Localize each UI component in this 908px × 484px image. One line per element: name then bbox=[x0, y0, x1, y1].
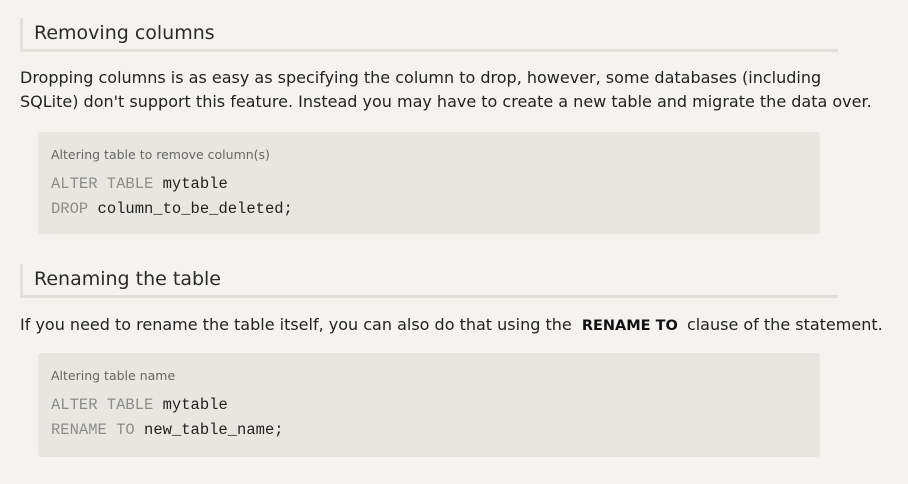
code-line: ALTER TABLE mytable bbox=[51, 393, 807, 418]
section-heading-renaming-table: Renaming the table bbox=[20, 264, 838, 298]
sql-identifier: mytable bbox=[153, 175, 228, 193]
paragraph-removing-columns: Dropping columns is as easy as specifyin… bbox=[20, 68, 872, 111]
sql-keyword: DROP bbox=[51, 200, 89, 218]
section-heading-removing-columns: Removing columns bbox=[20, 18, 838, 52]
sql-identifier: new_table_name; bbox=[134, 421, 284, 439]
paragraph-text: clause of the statement. bbox=[686, 315, 883, 334]
sql-keyword: ALTER TABLE bbox=[51, 175, 154, 193]
code-example-rename-table: Altering table name ALTER TABLE mytable … bbox=[38, 353, 820, 457]
code-example-remove-column: Altering table to remove column(s) ALTER… bbox=[38, 132, 820, 234]
sql-identifier: column_to_be_deleted; bbox=[88, 200, 293, 218]
code-line: ALTER TABLE mytable bbox=[51, 172, 807, 197]
code-caption: Altering table name bbox=[51, 368, 176, 383]
paragraph-text: If you need to rename the table itself, … bbox=[20, 315, 572, 334]
code-line: RENAME TO new_table_name; bbox=[51, 418, 807, 443]
code-caption: Altering table to remove column(s) bbox=[51, 147, 270, 162]
paragraph-renaming-table: If you need to rename the table itself, … bbox=[20, 313, 883, 338]
sql-identifier: mytable bbox=[153, 396, 228, 414]
code-line: DROP column_to_be_deleted; bbox=[51, 197, 807, 222]
sql-keyword: RENAME TO bbox=[51, 421, 135, 439]
sql-keyword: ALTER TABLE bbox=[51, 396, 154, 414]
inline-keyword: RENAME TO bbox=[581, 318, 678, 334]
